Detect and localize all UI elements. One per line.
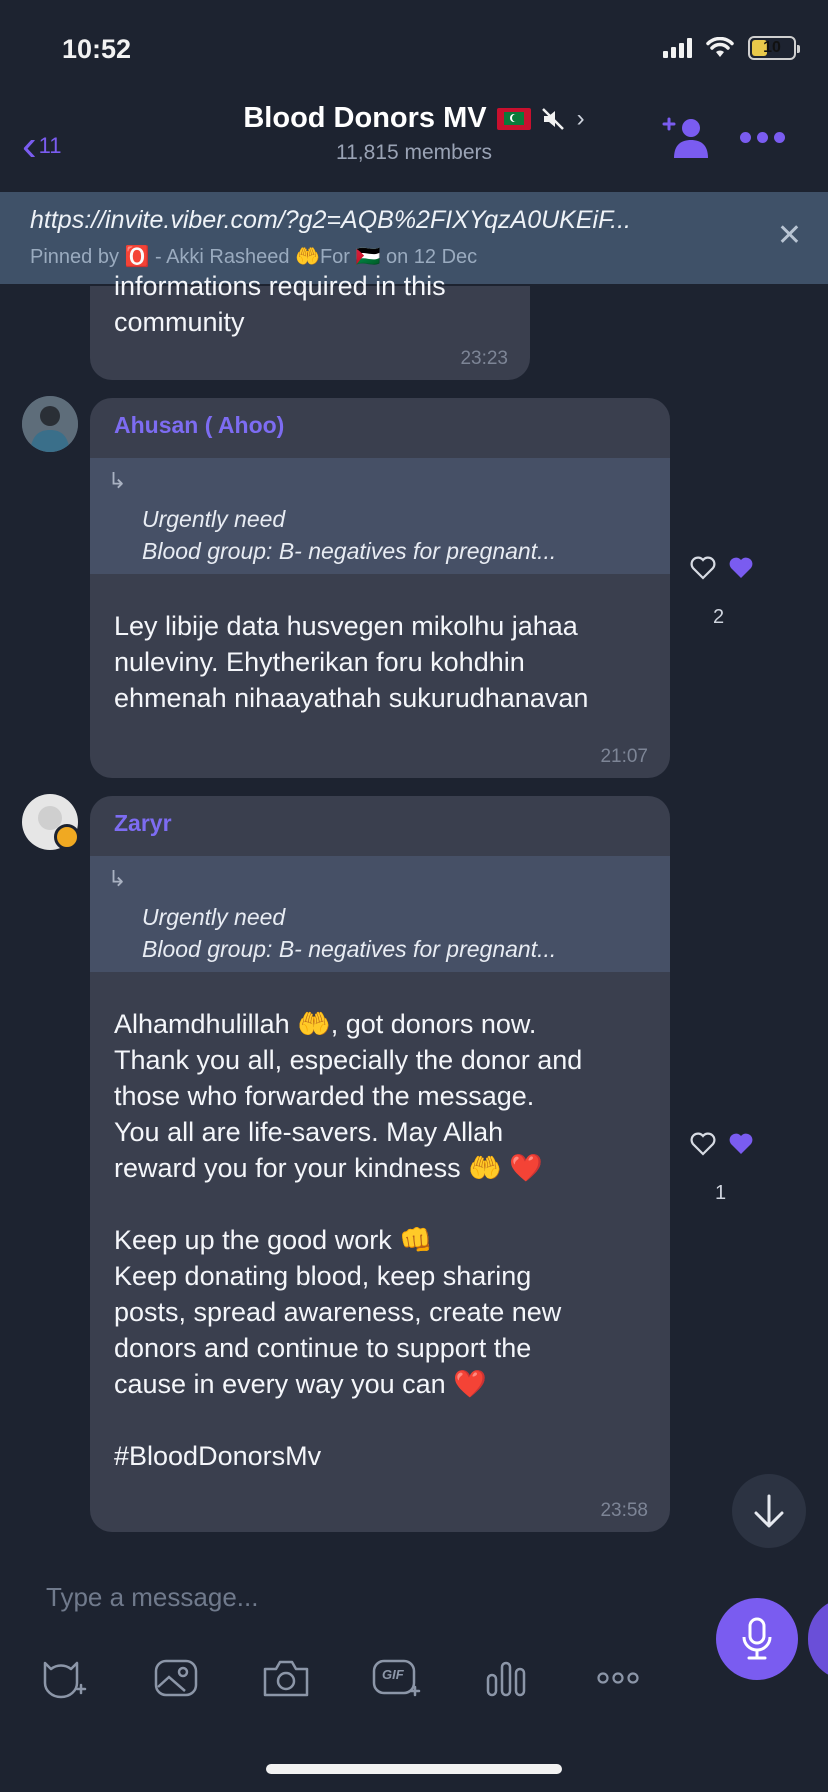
message-bubble[interactable]: informations required in this community … (90, 271, 530, 380)
heart-outline-icon[interactable] (690, 556, 716, 580)
more-attachments-button[interactable] (590, 1650, 646, 1706)
reply-line: Urgently need (142, 904, 286, 930)
poll-button[interactable] (478, 1650, 534, 1706)
home-indicator (266, 1764, 562, 1774)
reactions[interactable] (690, 1132, 754, 1156)
battery-level: 10 (763, 39, 781, 56)
status-icons: 10 (663, 36, 800, 60)
message-bubble[interactable]: Ahusan ( Ahoo) ↳ Urgently need Blood gro… (90, 398, 670, 778)
mic-peek (808, 1598, 828, 1680)
avatar[interactable] (22, 396, 78, 452)
voice-message-button[interactable] (716, 1598, 798, 1680)
heart-filled-icon (729, 557, 753, 578)
sticker-button[interactable] (36, 1650, 92, 1706)
reply-line: Urgently need (142, 506, 286, 532)
maldives-flag-icon (496, 107, 531, 130)
reply-arrow-icon: ↳ (108, 468, 127, 493)
sticker-icon (43, 1661, 87, 1699)
gallery-button[interactable] (148, 1650, 204, 1706)
dot (774, 132, 785, 143)
add-member-button[interactable] (660, 116, 710, 160)
gif-label: GIF (382, 1667, 404, 1682)
message-time: 23:58 (600, 1500, 648, 1521)
scroll-to-bottom-button[interactable] (732, 1474, 806, 1548)
reactions[interactable] (690, 556, 754, 580)
chevron-right-icon: › (576, 104, 585, 132)
gallery-icon (154, 1659, 198, 1697)
sender-name[interactable]: Ahusan ( Ahoo) (114, 412, 284, 439)
message-input[interactable]: Type a message... (46, 1582, 258, 1613)
more-icon (597, 1672, 639, 1684)
more-options-button[interactable] (740, 132, 785, 143)
dot (757, 132, 768, 143)
reply-line: Blood group: B- negatives for pregnant..… (142, 538, 557, 564)
signal-icon (663, 38, 692, 58)
message-time: 23:23 (460, 348, 508, 369)
poll-icon (486, 1661, 526, 1697)
microphone-icon (742, 1617, 772, 1660)
chat-header: ‹ 11 Blood Donors MV › 11,815 members (0, 88, 828, 184)
message-text: Alhamdhulillah 🤲, got donors now. Thank … (114, 1009, 583, 1471)
close-icon[interactable]: ✕ (777, 218, 802, 253)
dot (740, 132, 751, 143)
heart-filled-icon (729, 1133, 753, 1154)
camera-icon (263, 1660, 309, 1697)
battery-icon: 10 (748, 36, 800, 60)
composer-toolbar: GIF (30, 1650, 680, 1706)
wifi-icon (706, 37, 734, 57)
muted-icon (541, 107, 564, 130)
reaction-count: 2 (713, 606, 725, 628)
heart-outline-icon[interactable] (690, 1132, 716, 1156)
status-time: 10:52 (62, 34, 132, 64)
reply-line: Blood group: B- negatives for pregnant..… (142, 936, 557, 962)
arrow-down-icon (754, 1494, 784, 1528)
message-text: informations required in this community (114, 271, 446, 337)
group-title: Blood Donors MV (243, 102, 487, 134)
camera-button[interactable] (258, 1650, 314, 1706)
message-text: Ley libije data husvegen mikolhu jahaa n… (114, 611, 589, 713)
reaction-count: 1 (715, 1182, 727, 1204)
pinned-link[interactable]: https://invite.viber.com/?g2=AQB%2FIXYqz… (30, 206, 730, 235)
admin-badge-icon (54, 824, 80, 850)
message-time: 21:07 (600, 746, 648, 767)
message-bubble[interactable]: Zaryr ↳ Urgently need Blood group: B- ne… (90, 796, 670, 1532)
reply-arrow-icon: ↳ (108, 866, 127, 891)
reply-quote[interactable]: ↳ Urgently need Blood group: B- negative… (90, 856, 670, 972)
gif-button[interactable]: GIF (368, 1650, 424, 1706)
sender-name[interactable]: Zaryr (114, 810, 172, 837)
pinned-by-text: Pinned by 🅾️ - Akki Rasheed 🤲For 🇵🇸 on 1… (30, 246, 478, 268)
reply-quote[interactable]: ↳ Urgently need Blood group: B- negative… (90, 458, 670, 574)
